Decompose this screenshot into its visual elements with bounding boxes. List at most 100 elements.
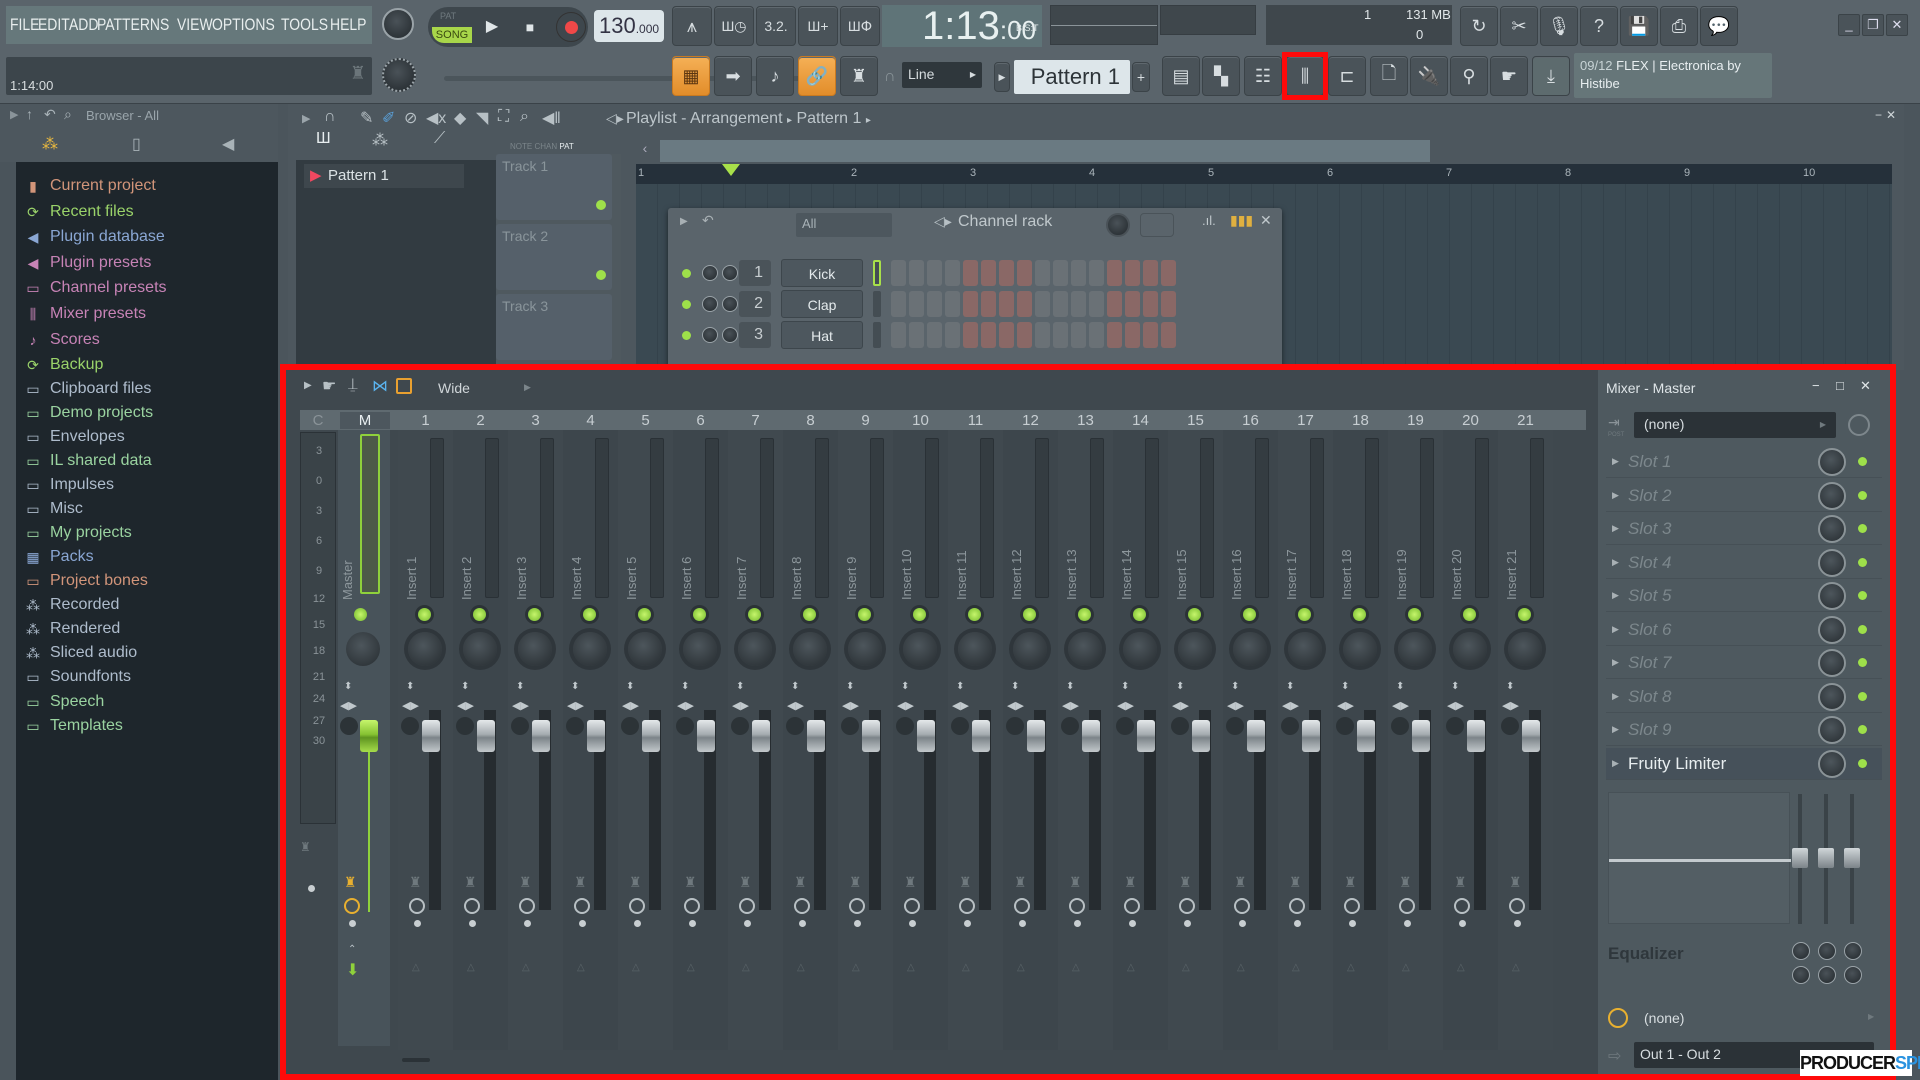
- stereo-sep-icon[interactable]: ⬍: [461, 681, 469, 692]
- track-header[interactable]: Track 1: [496, 154, 612, 220]
- magnet-icon[interactable]: ∩: [324, 108, 336, 126]
- stereo-sep-icon[interactable]: ⬍: [1506, 681, 1514, 692]
- insert-strip[interactable]: Insert 19 ⬍ ◀▶ ♜ △: [1388, 430, 1443, 1050]
- save-button[interactable]: 💾: [1620, 6, 1658, 46]
- slot-enable-led[interactable]: [1858, 725, 1867, 734]
- insert-volume-fader[interactable]: [1302, 720, 1320, 752]
- latency-clock-icon[interactable]: [1069, 898, 1085, 914]
- step-button[interactable]: [1107, 260, 1122, 286]
- effect-slot[interactable]: ▶ Slot 2: [1606, 480, 1882, 512]
- pattern-mode-button[interactable]: ➡: [714, 56, 752, 96]
- step-button[interactable]: [1107, 322, 1122, 348]
- route-arrow-icon[interactable]: △: [1072, 962, 1080, 973]
- step-button[interactable]: [1071, 291, 1086, 317]
- stereo-sep-icon[interactable]: ⬍: [1066, 681, 1074, 692]
- channel-name-button[interactable]: Kick: [781, 259, 863, 287]
- swap-lr-icon[interactable]: ◀▶: [732, 699, 749, 712]
- slot-arrow-icon[interactable]: ▶: [1612, 691, 1619, 702]
- slot-enable-led[interactable]: [1858, 624, 1867, 634]
- channel-mute-led[interactable]: [682, 330, 691, 340]
- stereo-sep-icon[interactable]: ⬍: [1341, 681, 1349, 692]
- insert-number[interactable]: 19: [1388, 412, 1443, 429]
- eq-low-bw-knob[interactable]: [1792, 966, 1810, 984]
- browser-button[interactable]: ⊏: [1328, 56, 1366, 96]
- channel-select[interactable]: [873, 260, 881, 286]
- eq-mid-fader[interactable]: [1818, 848, 1834, 868]
- insert-stereo-knob[interactable]: [511, 717, 529, 735]
- waveform-filter-icon[interactable]: ⁂: [42, 134, 58, 154]
- insert-dot[interactable]: [524, 920, 531, 927]
- insert-strip[interactable]: Insert 7 ⬍ ◀▶ ♜ △: [728, 430, 783, 1050]
- master-dot[interactable]: [349, 920, 356, 927]
- insert-dot[interactable]: [634, 920, 641, 927]
- insert-dot[interactable]: [799, 920, 806, 927]
- channel-mixer-track[interactable]: 2: [739, 291, 771, 317]
- up-arrow-icon[interactable]: ↑: [26, 106, 33, 122]
- effect-slot[interactable]: ▶ Slot 8: [1606, 681, 1882, 713]
- mode-chan[interactable]: CHAN: [534, 142, 557, 151]
- master-clock-icon[interactable]: [344, 898, 360, 914]
- insert-number[interactable]: 12: [1003, 412, 1058, 429]
- stereo-sep-icon[interactable]: ⬍: [846, 681, 854, 692]
- swap-lr-icon[interactable]: ◀▶: [897, 699, 914, 712]
- slot-enable-led[interactable]: [1858, 557, 1867, 567]
- insert-enable-led[interactable]: [418, 608, 431, 621]
- stereo-sep-icon[interactable]: ⬍: [626, 681, 634, 692]
- step-button[interactable]: [1107, 291, 1122, 317]
- insert-pan-knob[interactable]: [848, 632, 882, 666]
- eq-high-freq-knob[interactable]: [1844, 942, 1862, 960]
- latency-clock-icon[interactable]: [409, 898, 425, 914]
- panel-close[interactable]: ✕: [1860, 378, 1871, 394]
- stereo-sep-icon[interactable]: ⬍: [791, 681, 799, 692]
- step-button[interactable]: [999, 260, 1014, 286]
- record-arm-icon[interactable]: ♜: [1179, 874, 1192, 891]
- step-button[interactable]: [1017, 260, 1032, 286]
- insert-stereo-knob[interactable]: [1336, 717, 1354, 735]
- master-pitch-knob[interactable]: [382, 58, 416, 92]
- stereo-sep-icon[interactable]: ⬍: [901, 681, 909, 692]
- insert-enable-led[interactable]: [473, 608, 486, 621]
- insert-stereo-knob[interactable]: [1501, 717, 1519, 735]
- record-arm-icon[interactable]: ♜: [794, 874, 807, 891]
- step-button[interactable]: [963, 260, 978, 286]
- insert-strip[interactable]: Insert 11 ⬍ ◀▶ ♜ △: [948, 430, 1003, 1050]
- insert-pan-knob[interactable]: [408, 632, 442, 666]
- step-button[interactable]: [981, 322, 996, 348]
- latency-clock-icon[interactable]: [959, 898, 975, 914]
- record-arm-icon[interactable]: ♜: [409, 874, 422, 891]
- browser-item[interactable]: ▭ Impulses: [24, 473, 114, 497]
- eq-mid-bw-knob[interactable]: [1818, 966, 1836, 984]
- mixer-view-mode[interactable]: Wide: [438, 380, 470, 396]
- slot-mix-knob[interactable]: [1818, 749, 1846, 778]
- latency-clock-icon[interactable]: [1399, 898, 1415, 914]
- slot-mix-knob[interactable]: [1818, 481, 1846, 510]
- insert-enable-led[interactable]: [858, 608, 871, 621]
- piano-roll-button[interactable]: ▚: [1202, 56, 1240, 96]
- insert-number[interactable]: 3: [508, 412, 563, 429]
- insert-volume-fader[interactable]: [1412, 720, 1430, 752]
- insert-dot[interactable]: [1184, 920, 1191, 927]
- insert-number[interactable]: 10: [893, 412, 948, 429]
- insert-strip[interactable]: Insert 17 ⬍ ◀▶ ♜ △: [1278, 430, 1333, 1050]
- insert-enable-led[interactable]: [1133, 608, 1146, 621]
- record-arm-icon[interactable]: ♜: [1124, 874, 1137, 891]
- step-button[interactable]: [999, 291, 1014, 317]
- step-button[interactable]: [1143, 291, 1158, 317]
- insert-pan-knob[interactable]: [1013, 632, 1047, 666]
- insert-strip[interactable]: Insert 3 ⬍ ◀▶ ♜ △: [508, 430, 563, 1050]
- master-pan-knob[interactable]: [346, 632, 380, 666]
- add-pattern-button[interactable]: +: [1132, 62, 1150, 92]
- insert-enable-led[interactable]: [693, 608, 706, 621]
- swap-lr-icon[interactable]: ◀▶: [1392, 699, 1409, 712]
- browser-item[interactable]: ⁂ Rendered: [24, 617, 120, 641]
- latency-clock-icon[interactable]: [629, 898, 645, 914]
- insert-strip[interactable]: Insert 6 ⬍ ◀▶ ♜ △: [673, 430, 728, 1050]
- piano-roll-mode-button[interactable]: ▦: [672, 56, 710, 96]
- route-arrow-icon[interactable]: △: [1457, 962, 1465, 973]
- step-button[interactable]: [1161, 291, 1176, 317]
- channel-pan-knob[interactable]: [702, 265, 718, 281]
- route-arrow-icon[interactable]: △: [1127, 962, 1135, 973]
- insert-pan-knob[interactable]: [518, 632, 552, 666]
- channel-volume-knob[interactable]: [722, 265, 738, 281]
- insert-dot[interactable]: [1239, 920, 1246, 927]
